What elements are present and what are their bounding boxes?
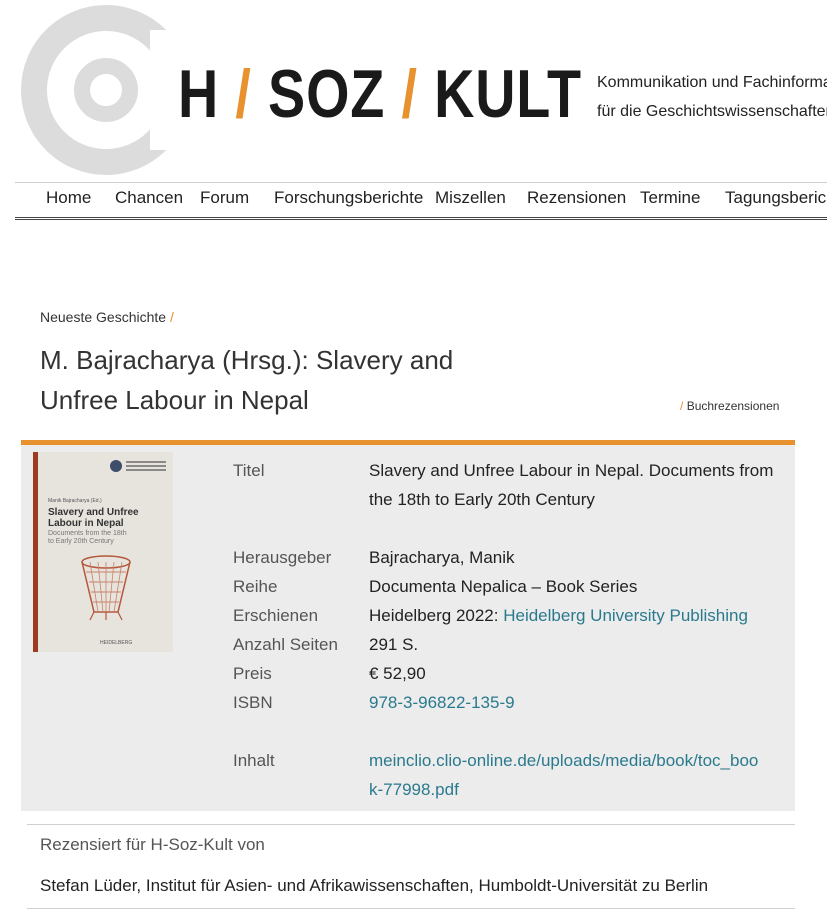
seiten-label: Anzahl Seiten — [233, 635, 338, 654]
erschienen-label: Erschienen — [233, 606, 319, 625]
titel-label: Titel — [233, 461, 265, 480]
herausgeber-label: Herausgeber — [233, 548, 332, 567]
tagline-line-1: Kommunikation und Fachinforma — [597, 74, 827, 91]
cover-title-line-1: Slavery and Unfree — [48, 507, 139, 518]
category-tag: / Buchrezensionen — [680, 399, 779, 413]
logo-soz: SOZ — [268, 56, 386, 132]
nav-termine[interactable]: Termine — [640, 188, 700, 208]
site-logo[interactable]: H / SOZ / KULT — [178, 58, 582, 130]
preis-label: Preis — [233, 664, 272, 683]
nav-tagungsberichte[interactable]: Tagungsbericht — [725, 188, 827, 208]
page-title-line-2: Unfree Labour in Nepal — [40, 385, 309, 415]
cover-subtitle-line-1: Documents from the 18th — [48, 530, 127, 537]
site-tagline: Kommunikation und Fachinforma für die Ge… — [597, 68, 827, 126]
nav-chancen[interactable]: Chancen — [115, 188, 183, 208]
breadcrumb: Neueste Geschichte / — [40, 309, 174, 325]
category-link[interactable]: Buchrezensionen — [687, 399, 780, 413]
inhalt-link[interactable]: meinclio.clio-online.de/uploads/media/bo… — [369, 746, 759, 804]
nav-miszellen[interactable]: Miszellen — [435, 188, 506, 208]
cover-title: Slavery and Unfree Labour in Nepal — [48, 507, 139, 529]
titel-value: Slavery and Unfree Labour in Nepal. Docu… — [369, 461, 774, 509]
breadcrumb-link[interactable]: Neueste Geschichte — [40, 309, 166, 325]
publisher-link[interactable]: Heidelberg University Publishing — [503, 606, 748, 625]
divider — [27, 824, 795, 825]
nav-rezensionen[interactable]: Rezensionen — [527, 188, 626, 208]
logo-circle-icon — [21, 5, 188, 175]
cover-editor: Manik Bajracharya (Ed.) — [48, 498, 102, 504]
divider — [27, 908, 795, 909]
cover-title-line-2: Labour in Nepal — [48, 518, 124, 529]
logo-slash-2: / — [401, 56, 418, 132]
tagline-line-2: für die Geschichtswissenschaften — [597, 103, 827, 120]
logo-h: H — [178, 56, 220, 132]
page-title: M. Bajracharya (Hrsg.): Slavery and Unfr… — [40, 340, 460, 420]
reviewed-for-label: Rezensiert für H-Soz-Kult von — [40, 835, 265, 854]
nav-forum[interactable]: Forum — [200, 188, 249, 208]
erschienen-value: Heidelberg 2022: Heidelberg University P… — [369, 606, 748, 626]
nav-home[interactable]: Home — [46, 188, 91, 208]
logo-kult: KULT — [434, 56, 582, 132]
inhalt-label: Inhalt — [233, 751, 275, 770]
preis-value: € 52,90 — [369, 664, 426, 683]
book-info-box: Manik Bajracharya (Ed.) Slavery and Unfr… — [21, 440, 795, 811]
cover-subtitle: Documents from the 18th to Early 20th Ce… — [48, 530, 127, 546]
nav-forschungsberichte[interactable]: Forschungsberichte — [274, 188, 423, 208]
isbn-link[interactable]: 978-3-96822-135-9 — [369, 693, 515, 713]
reihe-value: Documenta Nepalica – Book Series — [369, 577, 638, 596]
isbn-label: ISBN — [233, 693, 273, 712]
seiten-value: 291 S. — [369, 635, 419, 654]
erschienen-text: Heidelberg 2022: — [369, 606, 499, 625]
publisher-lines — [126, 461, 166, 463]
breadcrumb-separator: / — [169, 309, 174, 325]
logo-slash-1: / — [235, 56, 252, 132]
reviewer-name: Stefan Lüder, Institut für Asien- und Af… — [40, 876, 709, 895]
book-cover-image[interactable]: Manik Bajracharya (Ed.) Slavery and Unfr… — [33, 452, 173, 652]
publisher-emblem-icon — [110, 460, 122, 472]
cover-publisher: HEIDELBERG — [100, 640, 133, 646]
page: H / SOZ / KULT Kommunikation und Fachinf… — [0, 0, 827, 915]
main-nav: Home Chancen Forum Forschungsberichte Mi… — [15, 182, 827, 220]
page-title-line-1: M. Bajracharya (Hrsg.): Slavery and — [40, 345, 454, 375]
cover-subtitle-line-2: to Early 20th Century — [48, 538, 114, 545]
basket-icon — [81, 555, 131, 621]
category-separator: / — [680, 399, 684, 413]
reihe-label: Reihe — [233, 577, 278, 596]
herausgeber-value: Bajracharya, Manik — [369, 548, 515, 567]
